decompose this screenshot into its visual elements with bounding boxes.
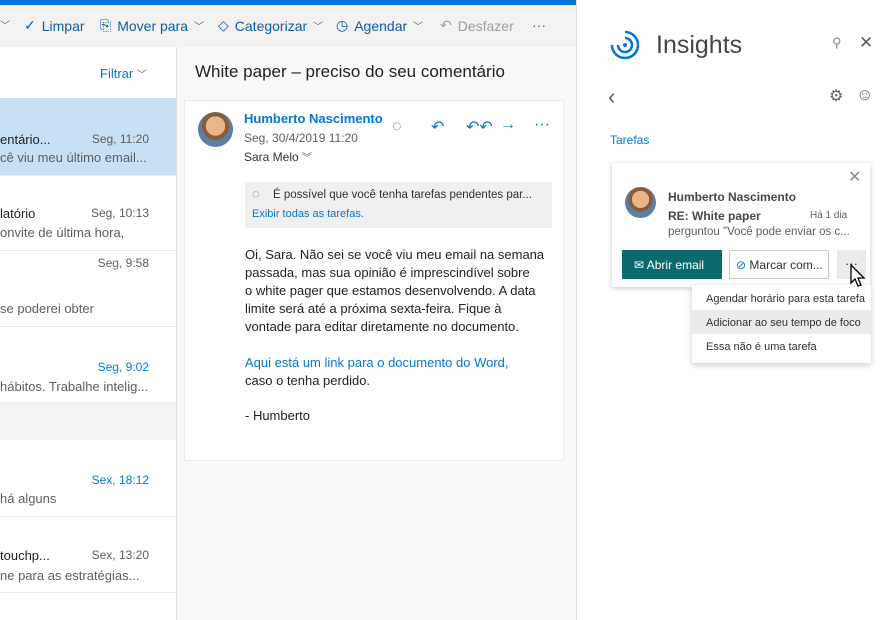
- back-icon[interactable]: ‹: [608, 84, 615, 110]
- email-body: Oi, Sara. Não sei se você viu meu email …: [245, 247, 545, 423]
- smiley-icon[interactable]: ☺: [856, 85, 873, 105]
- clear-button[interactable]: ✓ Limpar: [24, 17, 85, 34]
- list-item[interactable]: entário... Seg, 11:20 cê viu meu último em…: [0, 98, 176, 176]
- list-item[interactable]: touchp... Sex, 13:20 ne para as estratégia…: [0, 517, 176, 593]
- filter-button[interactable]: Filtrar ﹀: [100, 66, 147, 81]
- forward-icon[interactable]: →: [500, 116, 516, 134]
- task-options-menu: Agendar horário para esta tarefa Adicion…: [692, 285, 871, 363]
- recipient[interactable]: Sara Melo ︾: [244, 149, 312, 164]
- chevron-down-icon: ﹀: [136, 70, 147, 81]
- clock-icon: ◷: [336, 17, 349, 33]
- schedule-button[interactable]: ◷ Agendar ﹀: [336, 17, 423, 34]
- mail-icon: ✉: [634, 258, 645, 272]
- dismiss-icon[interactable]: ✕: [848, 167, 861, 187]
- move-to-button[interactable]: ⎘ Mover para ﹀: [100, 17, 204, 34]
- tag-icon: ◇: [218, 17, 229, 33]
- avatar: [625, 187, 656, 218]
- insights-title: Insights: [656, 31, 743, 59]
- section-label: Tarefas: [610, 133, 650, 147]
- more-actions-icon[interactable]: ···: [534, 116, 550, 134]
- chevron-down-icon: ﹀: [313, 22, 324, 33]
- menu-item-schedule[interactable]: Agendar horário para esta tarefa: [692, 286, 871, 310]
- toolbar: ﹀ ✓ Limpar ⎘ Mover para ﹀ ◇ Categorizar ﹀ ◷ Ag…: [0, 5, 576, 47]
- list-item[interactable]: Seg, 9:02 hábitos. Trabalhe intelig...: [0, 327, 176, 403]
- list-item[interactable]: latório Seg, 10:13 onvite de última hora,: [0, 176, 176, 251]
- message-list: Filtrar ﹀ entário... Seg, 11:20 cê viu meu…: [0, 47, 177, 620]
- view-all-tasks-link[interactable]: Exibir todas as tarefas.: [252, 208, 364, 220]
- pin-icon[interactable]: ⚲: [832, 35, 842, 51]
- menu-item-focus-time[interactable]: Adicionar ao seu tempo de foco: [692, 310, 871, 334]
- gear-icon[interactable]: ⚙: [829, 86, 843, 106]
- email-date: Seg, 30/4/2019 11:20: [244, 131, 358, 145]
- reply-all-icon[interactable]: ↶↶: [466, 117, 493, 137]
- broom-icon: ✓: [24, 17, 36, 33]
- insights-icon: ◌: [252, 186, 260, 201]
- menu-item-not-a-task[interactable]: Essa não é uma tarefa: [692, 334, 871, 358]
- insights-logo-icon: [610, 30, 640, 60]
- open-email-button[interactable]: ✉ Abrir email: [622, 250, 722, 279]
- sender-name[interactable]: Humberto Nascimento: [244, 111, 383, 126]
- more-button[interactable]: ···: [532, 17, 546, 33]
- email-subject: White paper – preciso do seu comentário: [195, 62, 505, 81]
- chevron-down-icon: ﹀: [413, 22, 424, 33]
- list-item[interactable]: Sex, 18:12 há alguns: [0, 440, 176, 517]
- mouse-cursor-icon: [850, 263, 866, 287]
- tasks-notice: ◌ É possível que você tenha tarefas pend…: [245, 182, 552, 228]
- close-icon[interactable]: ✕: [859, 33, 873, 53]
- chevron-down-icon[interactable]: ﹀: [0, 17, 10, 32]
- list-item[interactable]: Seg, 9:58 se poderei obter: [0, 251, 176, 327]
- expand-icon: ︾: [302, 153, 313, 164]
- categorize-button[interactable]: ◇ Categorizar ﹀: [218, 17, 323, 34]
- mark-complete-button[interactable]: ⊘ Marcar com...: [729, 250, 829, 279]
- undo-button[interactable]: ↶ Desfazer: [440, 17, 514, 34]
- check-circle-icon: ⊘: [736, 258, 747, 272]
- reply-icon[interactable]: ↶: [431, 117, 444, 137]
- insights-icon[interactable]: ◌: [392, 118, 402, 136]
- chevron-down-icon: ﹀: [194, 22, 205, 33]
- list-group-divider: [0, 403, 176, 440]
- task-card: ✕ Humberto Nascimento RE: White paper Há…: [612, 163, 870, 287]
- undo-icon: ↶: [440, 17, 452, 33]
- move-icon: ⎘: [100, 17, 112, 33]
- sender-avatar: [198, 112, 233, 147]
- document-link[interactable]: Aqui está um link para o documento do Wo…: [245, 354, 544, 372]
